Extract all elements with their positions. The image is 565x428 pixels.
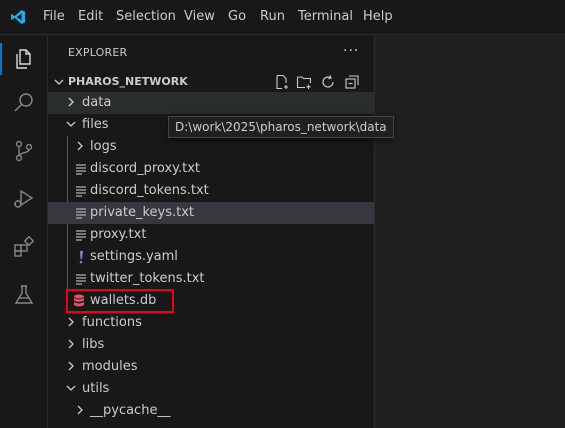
testing-icon <box>14 285 34 304</box>
tree-item-settings[interactable]: settings.yaml <box>48 246 374 268</box>
run-debug-icon <box>14 189 34 208</box>
activity-bar <box>0 35 48 428</box>
tree-item-pycache[interactable]: __pycache__ <box>48 400 374 422</box>
tree-item-label: logs <box>90 139 117 154</box>
tree-item-label: functions <box>82 315 142 330</box>
tree-item-label: files <box>82 117 109 132</box>
yaml-file-icon <box>79 251 83 264</box>
explorer-title: EXPLORER <box>68 46 128 59</box>
menu-run[interactable]: Run <box>260 9 285 24</box>
menu-selection[interactable]: Selection <box>116 9 176 24</box>
tree-item-label: utils <box>82 381 110 396</box>
tree-item-label: settings.yaml <box>90 249 178 264</box>
chevron-right-icon <box>68 97 74 107</box>
text-file-icon <box>76 208 86 219</box>
workspace-section-header[interactable]: PHAROS_NETWORK <box>48 71 374 93</box>
extensions-icon <box>14 235 35 257</box>
chevron-down-icon <box>54 79 64 85</box>
tree-item-label: private_keys.txt <box>90 205 195 220</box>
tree-item-discord-proxy[interactable]: discord_proxy.txt <box>48 158 374 180</box>
activity-source-control[interactable] <box>0 131 48 171</box>
vscode-logo-icon <box>11 10 25 24</box>
title-bar: File Edit Selection View Go Run Terminal… <box>0 0 565 35</box>
chevron-right-icon <box>68 317 74 327</box>
tree-item-logs[interactable]: logs <box>48 136 374 158</box>
tree-item-label: modules <box>82 359 138 374</box>
chevron-right-icon <box>68 361 74 371</box>
workspace-title: PHAROS_NETWORK <box>68 75 188 88</box>
text-file-icon <box>76 274 86 285</box>
menu-edit[interactable]: Edit <box>78 9 103 24</box>
tree-item-twitter-tokens[interactable]: twitter_tokens.txt <box>48 268 374 290</box>
tree-item-label: libs <box>82 337 105 352</box>
tree-item-utils[interactable]: utils <box>48 378 374 400</box>
new-folder-icon[interactable] <box>296 74 312 90</box>
menu-terminal[interactable]: Terminal <box>298 9 353 24</box>
refresh-icon[interactable] <box>320 74 336 90</box>
tree-item-discord-tokens[interactable]: discord_tokens.txt <box>48 180 374 202</box>
chevron-right-icon <box>68 339 74 349</box>
source-control-icon <box>15 140 33 162</box>
chevron-down-icon <box>66 121 76 127</box>
tree-item-libs[interactable]: libs <box>48 334 374 356</box>
explorer-sidebar: EXPLORER ··· PHAROS_NETWORK data files l… <box>48 35 375 428</box>
tree-item-label: twitter_tokens.txt <box>90 271 205 286</box>
menu-help[interactable]: Help <box>363 9 393 24</box>
tree-item-private-keys[interactable]: private_keys.txt <box>48 202 374 224</box>
tree-item-data[interactable]: data <box>48 92 374 114</box>
editor-area[interactable] <box>375 35 565 428</box>
chevron-down-icon <box>66 385 76 391</box>
tree-item-modules[interactable]: modules <box>48 356 374 378</box>
tree-item-label: data <box>82 95 112 110</box>
text-file-icon <box>76 230 86 241</box>
more-actions-icon[interactable]: ··· <box>343 43 359 59</box>
tree-item-proxy[interactable]: proxy.txt <box>48 224 374 246</box>
new-file-icon[interactable] <box>274 74 290 90</box>
tree-item-functions[interactable]: functions <box>48 312 374 334</box>
activity-extensions[interactable] <box>0 227 48 267</box>
explorer-icon <box>16 49 31 69</box>
chevron-right-icon <box>77 141 83 151</box>
search-icon <box>14 93 33 112</box>
menu-go[interactable]: Go <box>228 9 246 24</box>
activity-run-debug[interactable] <box>0 179 48 219</box>
chevron-right-icon <box>77 405 83 415</box>
highlight-annotation <box>66 289 174 313</box>
text-file-icon <box>76 186 86 197</box>
tree-item-label: proxy.txt <box>90 227 147 242</box>
collapse-all-icon[interactable] <box>344 74 360 90</box>
menu-view[interactable]: View <box>184 9 215 24</box>
activity-testing[interactable] <box>0 275 48 315</box>
activity-search[interactable] <box>0 83 48 123</box>
tree-item-label: discord_tokens.txt <box>90 183 209 198</box>
menu-file[interactable]: File <box>43 9 65 24</box>
path-tooltip: D:\work\2025\pharos_network\data <box>168 116 394 138</box>
tree-item-label: __pycache__ <box>90 403 171 418</box>
activity-explorer[interactable] <box>0 39 48 79</box>
text-file-icon <box>76 164 86 175</box>
tree-item-label: discord_proxy.txt <box>90 161 201 176</box>
